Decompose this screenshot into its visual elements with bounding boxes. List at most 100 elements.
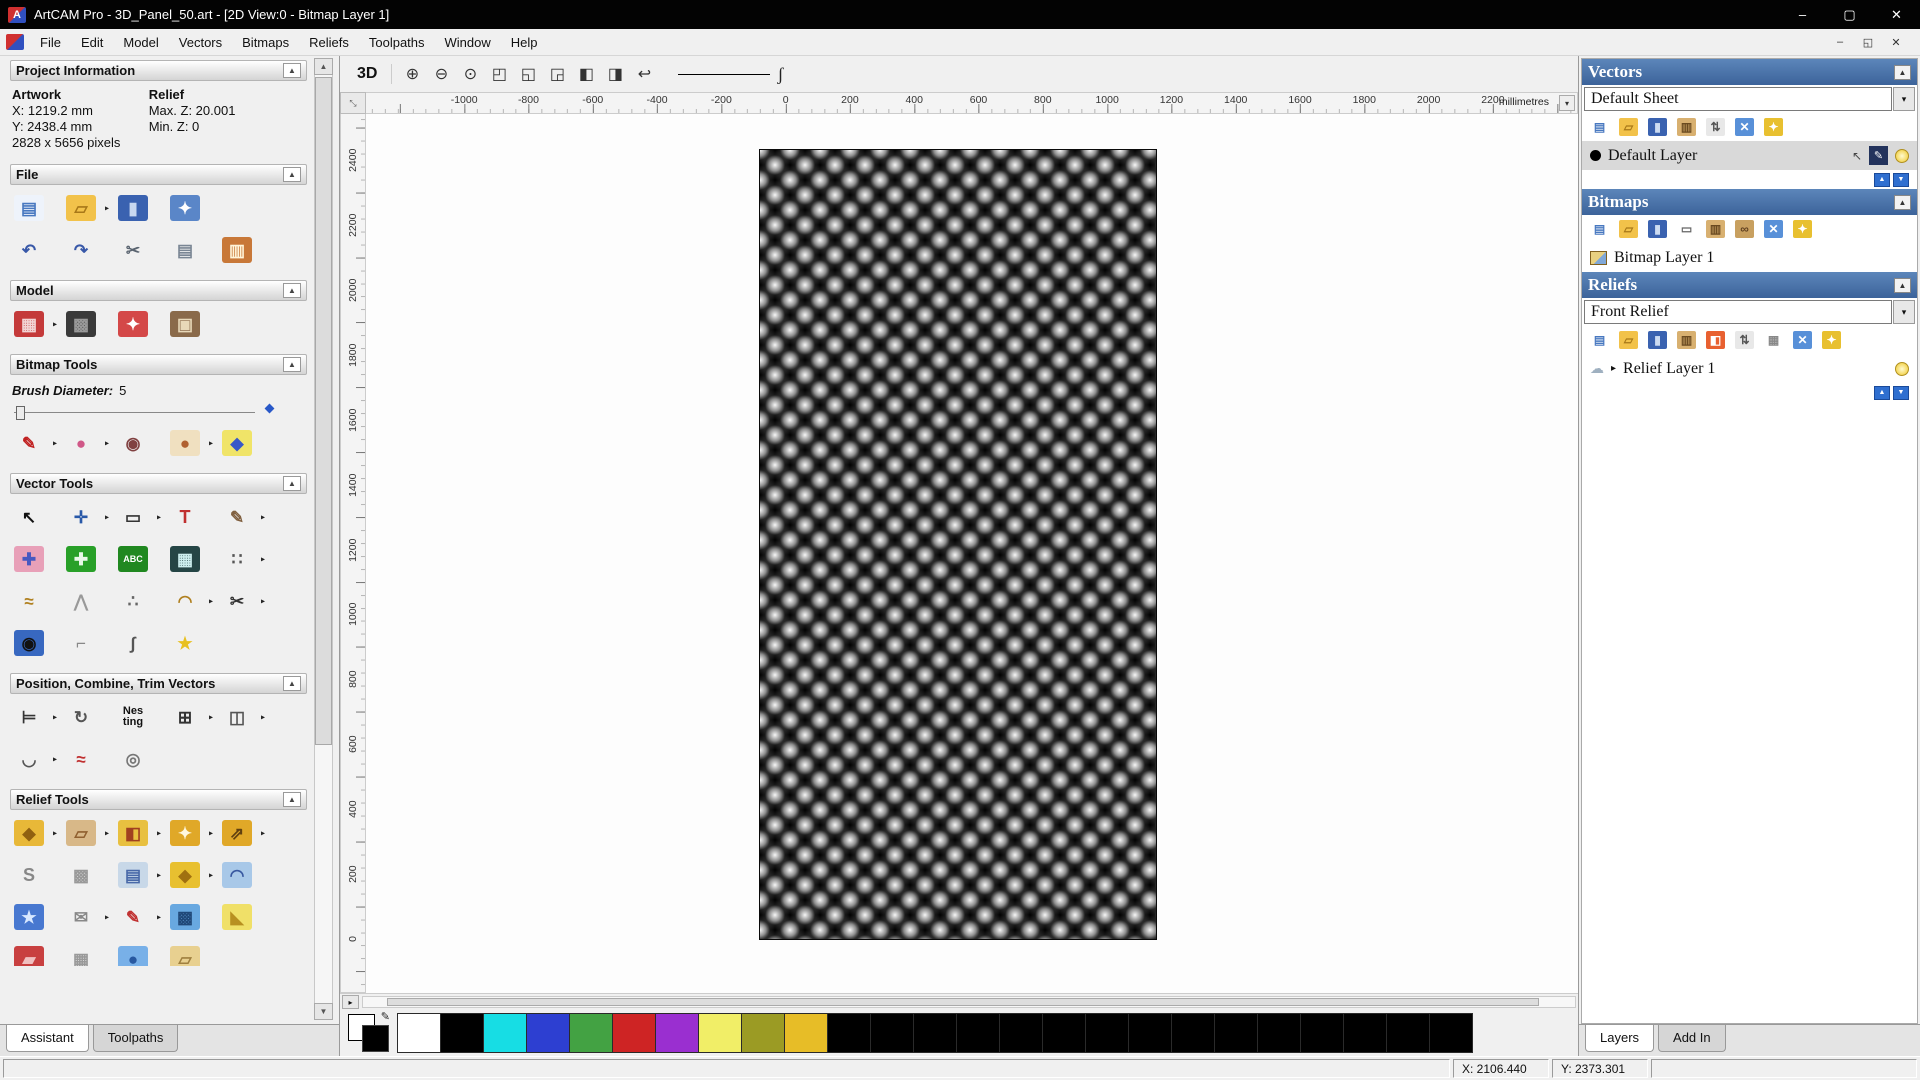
weave-relief-icon[interactable]: ▩ xyxy=(168,902,202,932)
palette-swatch[interactable] xyxy=(483,1013,527,1053)
star-relief-icon[interactable]: ★ xyxy=(12,902,46,932)
tab-assistant[interactable]: Assistant xyxy=(6,1025,89,1052)
envelope-relief-icon[interactable]: ✉▸ xyxy=(64,902,98,932)
import-layer-icon[interactable]: ▥ xyxy=(1677,118,1696,136)
zoom-out-icon[interactable]: ⊖ xyxy=(428,62,454,86)
zoom-previous-icon[interactable]: ⊙ xyxy=(457,62,483,86)
menu-item[interactable]: Reliefs xyxy=(299,31,359,54)
trim-vectors-icon[interactable]: ✂▸ xyxy=(220,586,254,616)
move-layer-down-button[interactable]: ▼ xyxy=(1893,173,1909,187)
vector-texture-icon[interactable]: ≈ xyxy=(64,744,98,774)
new-model-icon[interactable]: ▤ xyxy=(12,193,46,223)
calculate-relief-icon[interactable]: ▦ xyxy=(1764,331,1783,349)
document-minimize-button[interactable]: – xyxy=(1828,33,1852,52)
chevron-down-icon[interactable]: ▾ xyxy=(1893,300,1915,324)
create-star-icon[interactable]: ★ xyxy=(168,628,202,658)
adjust-model-icon[interactable]: ▩ xyxy=(64,309,98,339)
paint-relief-icon[interactable]: ✎▸ xyxy=(116,902,150,932)
create-text-icon[interactable]: T xyxy=(168,502,202,532)
menu-item[interactable]: Help xyxy=(501,31,548,54)
save-layer-icon[interactable]: ▮ xyxy=(1648,118,1667,136)
fillet-icon[interactable]: ⌐ xyxy=(64,628,98,658)
palette-swatch[interactable] xyxy=(913,1013,957,1053)
drawing-canvas[interactable] xyxy=(366,114,1578,993)
vector-doctor-icon[interactable]: ✚ xyxy=(12,544,46,574)
paste-along-curve-icon[interactable]: ∷▸ xyxy=(220,544,254,574)
layer-row-bitmap-layer-1[interactable]: Bitmap Layer 1 xyxy=(1582,243,1917,272)
dome-relief-icon[interactable]: ◠ xyxy=(220,860,254,890)
save-bitmap-layer-icon[interactable]: ▮ xyxy=(1648,220,1667,238)
sculpting-icon[interactable]: S xyxy=(12,860,46,890)
redo-icon[interactable]: ↷ xyxy=(64,235,98,265)
collapse-section-button[interactable]: ▲ xyxy=(1894,65,1911,80)
menu-item[interactable]: Vectors xyxy=(169,31,232,54)
palette-swatch[interactable] xyxy=(741,1013,785,1053)
scrollbar-thumb[interactable] xyxy=(315,77,332,745)
collapse-section-button[interactable]: ▲ xyxy=(1894,278,1911,293)
paper-relief-icon[interactable]: ▱ xyxy=(168,944,202,966)
palette-swatch[interactable] xyxy=(440,1013,484,1053)
scrollbar-track[interactable] xyxy=(314,75,333,1003)
select-vectors-icon[interactable]: ↖ xyxy=(12,502,46,532)
layer-colour-icon[interactable] xyxy=(1590,150,1601,161)
model-operations-icon[interactable]: ✦ xyxy=(116,309,150,339)
palette-swatch[interactable] xyxy=(999,1013,1043,1053)
extrude-vector-icon[interactable]: ◉ xyxy=(12,628,46,658)
chevron-down-icon[interactable]: ▾ xyxy=(1893,87,1915,111)
zoom-fit-icon[interactable]: ◲ xyxy=(544,62,570,86)
tab-add-in[interactable]: Add In xyxy=(1658,1025,1726,1052)
palette-swatch[interactable] xyxy=(870,1013,914,1053)
circular-copy-icon[interactable]: ↻ xyxy=(64,702,98,732)
menu-item[interactable]: Model xyxy=(113,31,168,54)
scrollbar-track[interactable] xyxy=(362,996,1576,1008)
save-relief-layer-icon[interactable]: ▮ xyxy=(1648,331,1667,349)
weld-vectors-icon[interactable]: ◫▸ xyxy=(220,702,254,732)
move-layer-down-button[interactable]: ▼ xyxy=(1893,386,1909,400)
export-layer-icon[interactable]: ⇅ xyxy=(1706,118,1725,136)
expand-arrow-icon[interactable]: ▸ xyxy=(1611,363,1616,374)
bitmap-width-icon[interactable]: ▭ xyxy=(1677,220,1696,238)
mirror-relief-icon[interactable]: ◧▸ xyxy=(116,818,150,848)
palette-swatch[interactable] xyxy=(1257,1013,1301,1053)
move-layer-up-button[interactable]: ▲ xyxy=(1874,173,1890,187)
canvas-horizontal-scrollbar[interactable]: ▸ xyxy=(340,993,1578,1010)
shape-editor-icon[interactable]: ◆▸ xyxy=(12,818,46,848)
palette-swatch[interactable] xyxy=(655,1013,699,1053)
collapse-section-button[interactable]: ▲ xyxy=(283,63,301,78)
colour-picker-icon[interactable]: ◉ xyxy=(116,428,150,458)
close-button[interactable]: ✕ xyxy=(1873,0,1920,29)
collapse-section-button[interactable]: ▲ xyxy=(283,476,301,491)
spiral-icon[interactable]: ◎ xyxy=(116,744,150,774)
line-weight-sample[interactable] xyxy=(678,74,770,75)
node-editing-icon[interactable]: ∴ xyxy=(116,586,150,616)
create-rectangle-icon[interactable]: ▭▸ xyxy=(116,502,150,532)
new-relief-layer-icon[interactable]: ▤ xyxy=(1590,331,1609,349)
tab-toolpaths[interactable]: Toolpaths xyxy=(93,1025,179,1052)
previous-view-icon[interactable]: ↩ xyxy=(631,62,657,86)
two-rail-sweep-icon[interactable]: ✦▸ xyxy=(168,818,202,848)
open-layer-icon[interactable]: ▱ xyxy=(1619,118,1638,136)
create-bezier-icon[interactable]: ≈ xyxy=(12,586,46,616)
new-layer-icon[interactable]: ▤ xyxy=(1590,118,1609,136)
scroll-up-icon[interactable]: ▲ xyxy=(314,58,333,75)
relief-wizard-icon[interactable]: ✦ xyxy=(1822,331,1841,349)
paint-icon[interactable]: ✎▸ xyxy=(12,428,46,458)
menu-item[interactable]: Bitmaps xyxy=(232,31,299,54)
brush-diameter-slider[interactable] xyxy=(12,404,305,420)
view-3d-button[interactable]: 3D xyxy=(350,63,384,85)
mirror-relief-layer-icon[interactable]: ◧ xyxy=(1706,331,1725,349)
extrude-relief-icon[interactable]: ⇗▸ xyxy=(220,818,254,848)
assistant-scrollbar[interactable]: ▲ ▼ xyxy=(314,58,333,1020)
palette-swatch[interactable] xyxy=(612,1013,656,1053)
document-close-button[interactable]: ✕ xyxy=(1884,33,1908,52)
edit-layer-icon[interactable]: ✎ xyxy=(1869,146,1888,165)
scroll-right-icon[interactable]: ▸ xyxy=(342,995,359,1009)
zoom-rectangle-icon[interactable]: ◰ xyxy=(486,62,512,86)
collapse-section-button[interactable]: ▲ xyxy=(283,792,301,807)
layer-wizard-icon[interactable]: ✦ xyxy=(1764,118,1783,136)
ruler-origin-button[interactable]: ⤡ xyxy=(340,92,366,114)
palette-swatch[interactable] xyxy=(827,1013,871,1053)
merge-relief-icon[interactable]: ▥ xyxy=(1677,331,1696,349)
palette-swatch[interactable] xyxy=(1343,1013,1387,1053)
block-copy-icon[interactable]: ⊞▸ xyxy=(168,702,202,732)
